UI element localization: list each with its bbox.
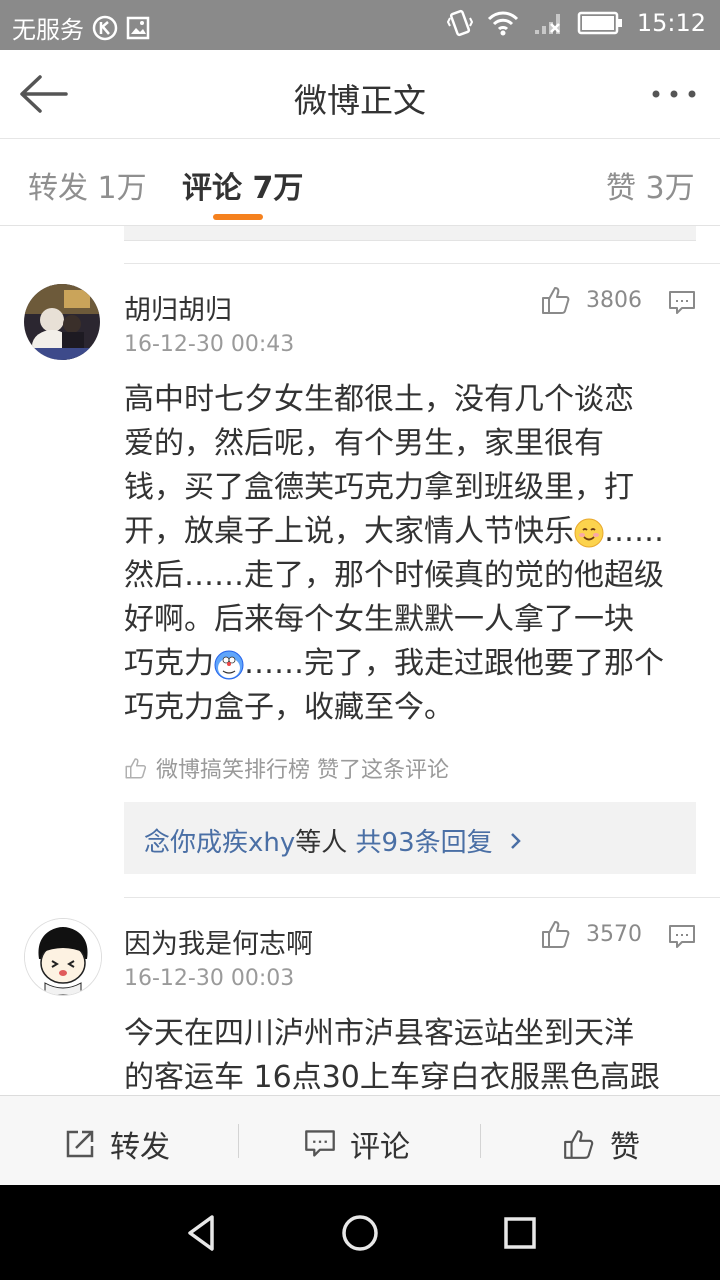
active-tab-indicator xyxy=(213,214,263,220)
wifi-icon xyxy=(487,10,519,36)
image-icon xyxy=(126,16,150,40)
comment-label: 评论 xyxy=(350,1130,410,1165)
replies-preview-box[interactable]: 念你成疾xhy等人 共93条回复 xyxy=(124,802,696,874)
tab-comments[interactable]: 评论 7万 xyxy=(182,163,303,207)
comment-line: 巧克力盒子，收藏至今。 xyxy=(124,690,454,725)
reply-user-link[interactable]: 念你成疾xhy xyxy=(144,828,295,858)
like-button[interactable]: 3570 xyxy=(540,918,642,950)
system-home-button[interactable] xyxy=(336,1209,384,1257)
comment-line: 爱的，然后呢，有个男生，家里很有 xyxy=(124,426,604,461)
k-circle-icon xyxy=(92,15,118,41)
thumbs-up-icon xyxy=(125,758,147,779)
comment-text: 高中时七夕女生都很土，没有几个谈恋 爱的，然后呢，有个男生，家里很有 钱，买了盒… xyxy=(124,378,696,730)
comment-line: 的客运车 16点30上车穿白衣服黑色高跟 xyxy=(124,1060,660,1095)
thumbs-up-icon xyxy=(564,1130,594,1159)
more-button[interactable] xyxy=(648,76,700,112)
divider xyxy=(480,1124,481,1158)
reply-count-link[interactable]: 共93条回复 xyxy=(356,828,493,858)
more-dots-icon xyxy=(652,90,696,98)
doraemon-emoji-icon xyxy=(214,650,244,679)
comment-text: 今天在四川泸州市泸县客运站坐到天洋 的客运车 16点30上车穿白衣服黑色高跟 xyxy=(124,1012,696,1100)
top-navigation-bar: 微博正文 xyxy=(0,50,720,139)
thumbs-up-icon xyxy=(542,921,570,948)
liked-by-line: 微博搞笑排行榜 赞了这条评论 xyxy=(124,752,449,784)
comment-time: 16-12-30 00:43 xyxy=(124,332,295,357)
like-bottom-button[interactable]: 赞 xyxy=(562,1122,640,1166)
carrier-text: 无服务 xyxy=(12,16,84,44)
like-count: 3570 xyxy=(586,921,642,947)
comment-item: 胡归胡归 16-12-30 00:43 3806 高中时七夕女生都很土，没有几个… xyxy=(0,264,720,896)
status-bar: 无服务 15:12 xyxy=(0,0,720,50)
avatar[interactable] xyxy=(24,284,100,360)
status-time: 15:12 xyxy=(636,9,706,37)
tab-repost[interactable]: 转发 1万 xyxy=(28,163,147,207)
comment-bubble-icon xyxy=(669,291,695,314)
like-label: 赞 xyxy=(610,1130,640,1165)
reply-mid-text: 等人 xyxy=(295,828,348,858)
previous-reply-box-edge xyxy=(124,226,696,241)
detail-tabs: 转发 1万 评论 7万 赞 3万 xyxy=(0,139,720,226)
liked-by-text: 微博搞笑排行榜 赞了这条评论 xyxy=(156,758,449,783)
comment-line: 今天在四川泸州市泸县客运站坐到天洋 xyxy=(124,1016,634,1051)
comment-button[interactable]: 评论 xyxy=(304,1122,410,1166)
avatar[interactable] xyxy=(24,918,102,996)
comment-bubble-icon xyxy=(305,1130,335,1157)
comment-line: 开，放桌子上说，大家情人节快乐…… xyxy=(124,514,664,549)
system-recents-button[interactable] xyxy=(496,1209,544,1257)
system-navigation-bar xyxy=(0,1185,720,1280)
repost-label: 转发 xyxy=(110,1130,170,1165)
commenter-name[interactable]: 因为我是何志啊 xyxy=(124,922,313,961)
tab-likes[interactable]: 赞 3万 xyxy=(606,163,695,207)
circle-home-icon xyxy=(342,1215,378,1251)
commenter-name[interactable]: 胡归胡归 xyxy=(124,288,232,327)
like-count: 3806 xyxy=(586,287,642,313)
thumbs-up-icon xyxy=(542,287,570,314)
comment-line: 然后……走了，那个时候真的觉的他超级 xyxy=(124,558,664,593)
repost-button[interactable]: 转发 xyxy=(64,1122,170,1166)
comment-time: 16-12-30 00:03 xyxy=(124,966,295,991)
vibrate-icon xyxy=(446,8,473,38)
bottom-action-bar: 转发 评论 赞 xyxy=(0,1095,720,1186)
page-title: 微博正文 xyxy=(294,81,426,120)
chevron-right-icon xyxy=(509,828,523,858)
comment-bubble-icon xyxy=(669,925,695,948)
divider xyxy=(238,1124,239,1158)
triangle-back-icon xyxy=(188,1215,214,1251)
square-recents-icon xyxy=(504,1217,536,1249)
comment-line: 巧克力 ……完了，我走过跟他要了那个 xyxy=(124,646,664,681)
signal-icon xyxy=(533,10,563,36)
share-icon xyxy=(66,1130,94,1158)
reply-icon-button[interactable] xyxy=(668,924,696,950)
battery-icon xyxy=(577,11,623,35)
like-button[interactable]: 3806 xyxy=(540,284,642,316)
comment-line: 好啊。后来每个女生默默一人拿了一块 xyxy=(124,602,634,637)
reply-icon-button[interactable] xyxy=(668,290,696,316)
comment-line: 高中时七夕女生都很土，没有几个谈恋 xyxy=(124,382,634,417)
comment-line: 钱，买了盒德芙巧克力拿到班级里，打 xyxy=(124,470,634,505)
system-back-button[interactable] xyxy=(178,1209,226,1257)
comment-item: 因为我是何志啊 16-12-30 00:03 3570 今天在四川泸州市泸县客运… xyxy=(0,898,720,1095)
smile-emoji-icon xyxy=(574,518,604,547)
